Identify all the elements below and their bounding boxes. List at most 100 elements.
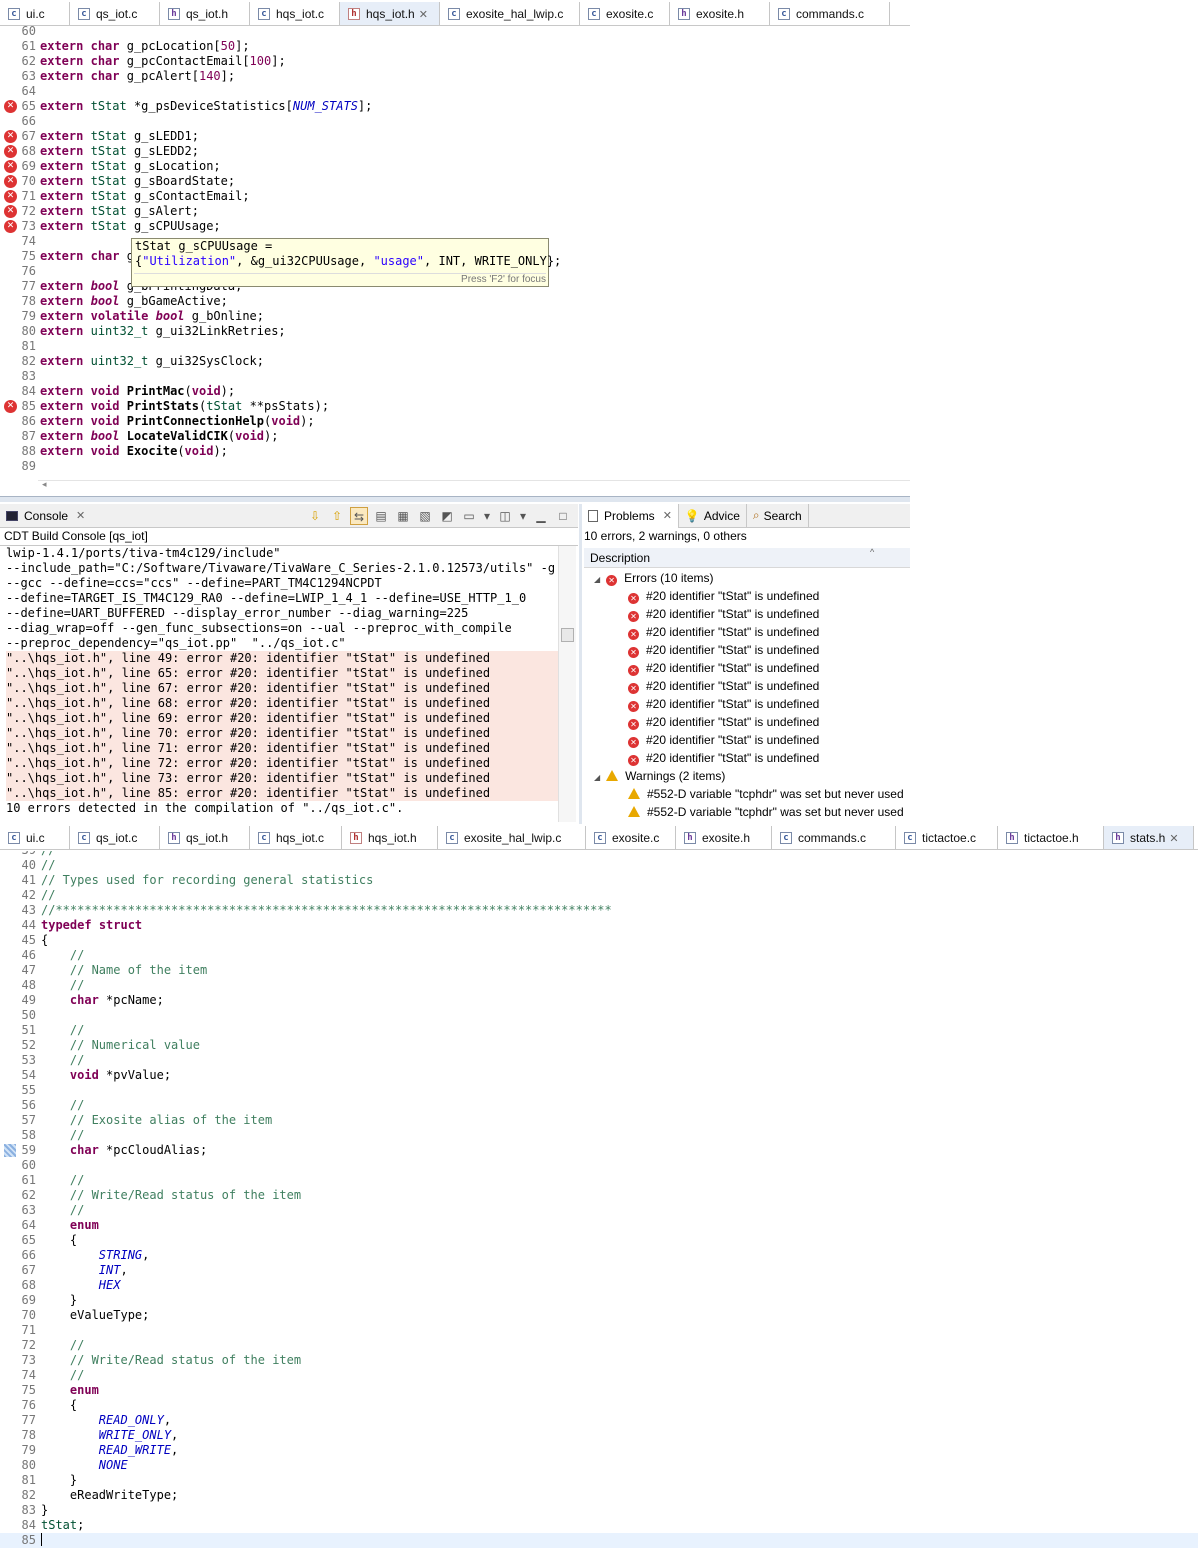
top-tab-ui-c[interactable]: c ui.c xyxy=(0,2,70,25)
code-line[interactable]: 80 extern uint32_t g_ui32LinkRetries; xyxy=(0,324,910,339)
minimize-icon[interactable]: ▁ xyxy=(532,507,550,525)
console-tab-label[interactable]: Console xyxy=(24,509,68,523)
console-line[interactable]: --preproc_dependency="qs_iot.pp" "../qs_… xyxy=(6,636,556,651)
code-line[interactable]: 58 // xyxy=(0,1128,1198,1143)
console-scrollbar[interactable] xyxy=(558,546,576,822)
code-line[interactable]: 83 xyxy=(0,369,910,384)
console-line[interactable]: --gcc --define=ccs="ccs" --define=PART_T… xyxy=(6,576,556,591)
code-line[interactable]: 75 enum xyxy=(0,1383,1198,1398)
problem-error-row[interactable]: ✕ #20 identifier "tStat" is undefined xyxy=(584,731,910,749)
code-line[interactable]: 66 STRING, xyxy=(0,1248,1198,1263)
code-line[interactable]: 74 // xyxy=(0,1368,1198,1383)
code-line[interactable]: 61 extern char g_pcLocation[50]; xyxy=(0,39,910,54)
problem-warning-row[interactable]: #552-D variable "tcphdr" was set but nev… xyxy=(584,785,910,803)
console-error-line[interactable]: "..\hqs_iot.h", line 71: error #20: iden… xyxy=(6,741,558,756)
code-line[interactable]: 89 xyxy=(0,459,910,474)
code-line[interactable]: 66 xyxy=(0,114,910,129)
problem-error-row[interactable]: ✕ #20 identifier "tStat" is undefined xyxy=(584,623,910,641)
problem-error-row[interactable]: ✕ #20 identifier "tStat" is undefined xyxy=(584,749,910,767)
problem-error-row[interactable]: ✕ #20 identifier "tStat" is undefined xyxy=(584,587,910,605)
close-icon[interactable]: ✕ xyxy=(1169,832,1178,845)
clear-console-icon[interactable]: ▤ xyxy=(372,507,390,525)
code-line[interactable]: 85 xyxy=(0,1533,1198,1548)
close-icon[interactable]: ✕ xyxy=(76,509,85,522)
description-column-header[interactable]: Description ^ xyxy=(584,547,910,568)
code-line[interactable]: 55 xyxy=(0,1083,1198,1098)
problem-error-row[interactable]: ✕ #20 identifier "tStat" is undefined xyxy=(584,659,910,677)
search-tab[interactable]: ⌕ Search xyxy=(747,503,809,528)
bottom-tab-hqs-iot-c[interactable]: c hqs_iot.c xyxy=(250,826,342,849)
code-line[interactable]: 84 extern void PrintMac(void); xyxy=(0,384,910,399)
top-tab-commands-c[interactable]: c commands.c xyxy=(770,2,890,25)
console-error-line[interactable]: "..\hqs_iot.h", line 70: error #20: iden… xyxy=(6,726,558,741)
problem-error-row[interactable]: ✕ #20 identifier "tStat" is undefined xyxy=(584,713,910,731)
chevron-down-icon[interactable]: ▾ xyxy=(518,507,528,525)
code-line[interactable]: 79 READ_WRITE, xyxy=(0,1443,1198,1458)
console-error-line[interactable]: "..\hqs_iot.h", line 69: error #20: iden… xyxy=(6,711,558,726)
console-line[interactable]: 10 errors detected in the compilation of… xyxy=(6,801,556,816)
code-line[interactable]: 81 } xyxy=(0,1473,1198,1488)
code-line[interactable]: 42 // xyxy=(0,888,1198,903)
problems-tab[interactable]: Problems ✕ xyxy=(582,503,679,528)
console-line[interactable]: --diag_wrap=off --gen_func_subsections=o… xyxy=(6,621,556,636)
open-console-icon[interactable]: ◫ xyxy=(496,507,514,525)
console-line[interactable]: --define=TARGET_IS_TM4C129_RA0 --define=… xyxy=(6,591,556,606)
console-error-line[interactable]: "..\hqs_iot.h", line 73: error #20: iden… xyxy=(6,771,558,786)
code-line[interactable]: 64 xyxy=(0,84,910,99)
bottom-tab-qs-iot-h[interactable]: h qs_iot.h xyxy=(160,826,250,849)
code-line[interactable]: 72 // xyxy=(0,1338,1198,1353)
scroll-left-icon[interactable]: ◂ xyxy=(42,479,47,490)
code-line[interactable]: 40 // xyxy=(0,858,1198,873)
code-line[interactable]: ✕ 72 extern tStat g_sAlert; xyxy=(0,204,910,219)
scroll-lock-icon[interactable]: ▦ xyxy=(394,507,412,525)
warnings-group[interactable]: ◢ Warnings (2 items) xyxy=(584,767,910,785)
code-line[interactable]: 64 enum xyxy=(0,1218,1198,1233)
bottom-tab-ui-c[interactable]: c ui.c xyxy=(0,826,70,849)
bottom-tab-stats-h[interactable]: h stats.h ✕ xyxy=(1104,826,1194,849)
console-line[interactable]: --include_path="C:/Software/Tivaware/Tiv… xyxy=(6,561,556,576)
code-line[interactable]: ✕ 73 extern tStat g_sCPUUsage; xyxy=(0,219,910,234)
code-line[interactable]: 83} xyxy=(0,1503,1198,1518)
code-line[interactable]: ✕ 69 extern tStat g_sLocation; xyxy=(0,159,910,174)
maximize-icon[interactable]: □ xyxy=(554,507,572,525)
console-error-line[interactable]: "..\hqs_iot.h", line 85: error #20: iden… xyxy=(6,786,558,801)
pin-console-icon[interactable]: ◩ xyxy=(438,507,456,525)
code-line[interactable]: 46 // xyxy=(0,948,1198,963)
close-icon[interactable]: ✕ xyxy=(663,509,672,522)
code-line[interactable]: 44 typedef struct xyxy=(0,918,1198,933)
code-line[interactable]: 43 //************************************… xyxy=(0,903,1198,918)
code-line[interactable]: ✕ 70 extern tStat g_sBoardState; xyxy=(0,174,910,189)
code-line[interactable]: 78 WRITE_ONLY, xyxy=(0,1428,1198,1443)
code-line[interactable]: 77 READ_ONLY, xyxy=(0,1413,1198,1428)
remove-console-icon[interactable]: ▧ xyxy=(416,507,434,525)
problem-warning-row[interactable]: #552-D variable "tcphdr" was set but nev… xyxy=(584,803,910,821)
bottom-tab-tictactoe-h[interactable]: h tictactoe.h xyxy=(998,826,1104,849)
bottom-tab-qs-iot-c[interactable]: c qs_iot.c xyxy=(70,826,160,849)
top-tab-exosite-c[interactable]: c exosite.c xyxy=(580,2,670,25)
code-line[interactable]: ✕ 71 extern tStat g_sContactEmail; xyxy=(0,189,910,204)
console-error-line[interactable]: "..\hqs_iot.h", line 67: error #20: iden… xyxy=(6,681,558,696)
code-line[interactable]: 86 extern void PrintConnectionHelp(void); xyxy=(0,414,910,429)
problem-error-row[interactable]: ✕ #20 identifier "tStat" is undefined xyxy=(584,641,910,659)
code-line[interactable]: 51 // xyxy=(0,1023,1198,1038)
code-line[interactable]: 84 tStat; xyxy=(0,1518,1198,1533)
top-tab-hqs-iot-h[interactable]: h hqs_iot.h ✕ xyxy=(340,2,440,25)
problem-error-row[interactable]: ✕ #20 identifier "tStat" is undefined xyxy=(584,695,910,713)
code-line[interactable]: 45 { xyxy=(0,933,1198,948)
console-line[interactable]: lwip-1.4.1/ports/tiva-tm4c129/include" xyxy=(6,546,556,561)
horizontal-scrollbar[interactable]: ◂ xyxy=(38,479,910,492)
expand-icon[interactable]: ◢ xyxy=(594,575,600,584)
top-tab-hqs-iot-c[interactable]: c hqs_iot.c xyxy=(250,2,340,25)
console-error-line[interactable]: "..\hqs_iot.h", line 49: error #20: iden… xyxy=(6,651,558,666)
code-line[interactable]: 82 eReadWriteType; xyxy=(0,1488,1198,1503)
code-line[interactable]: 56 // xyxy=(0,1098,1198,1113)
display-console-icon[interactable]: ▭ xyxy=(460,507,478,525)
code-line[interactable]: 78 extern bool g_bGameActive; xyxy=(0,294,910,309)
code-line[interactable]: 57 // Exosite alias of the item xyxy=(0,1113,1198,1128)
code-line[interactable]: 87 extern bool LocateValidCIK(void); xyxy=(0,429,910,444)
code-line[interactable]: 70 eValueType; xyxy=(0,1308,1198,1323)
code-line[interactable]: 50 xyxy=(0,1008,1198,1023)
top-tab-exosite-h[interactable]: h exosite.h xyxy=(670,2,770,25)
code-line[interactable]: 59 char *pcCloudAlias; xyxy=(0,1143,1198,1158)
code-line[interactable]: 71 xyxy=(0,1323,1198,1338)
